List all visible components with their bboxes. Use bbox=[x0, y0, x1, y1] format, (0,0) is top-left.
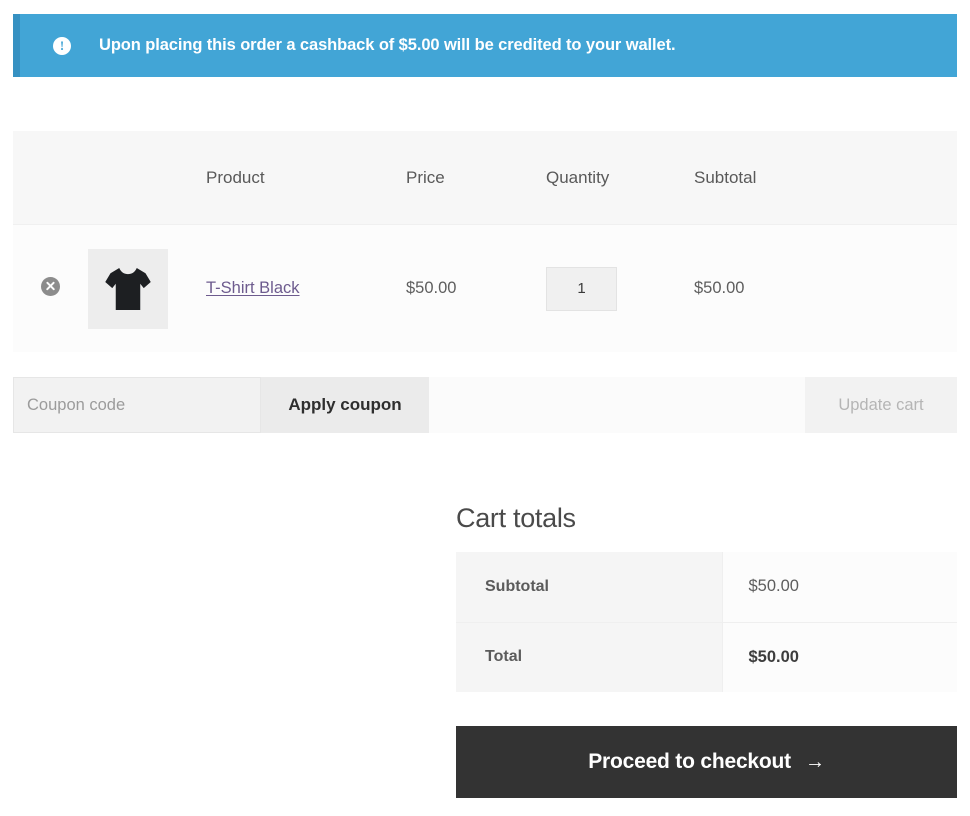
apply-coupon-button[interactable]: Apply coupon bbox=[261, 377, 429, 433]
proceed-to-checkout-button[interactable]: Proceed to checkout → bbox=[456, 726, 957, 798]
quantity-input[interactable]: 1 bbox=[546, 266, 617, 311]
coupon-bar: Apply coupon Update cart bbox=[13, 377, 957, 433]
cart-totals: Cart totals Subtotal $50.00 Total $50.00 bbox=[456, 503, 957, 692]
header-product: Product bbox=[206, 167, 265, 187]
coupon-code-input[interactable] bbox=[13, 377, 261, 433]
header-price: Price bbox=[406, 167, 445, 187]
checkout-button-label: Proceed to checkout bbox=[588, 750, 791, 773]
cart-page: ! Upon placing this order a cashback of … bbox=[0, 0, 970, 816]
cart-table-header-row: Product Price Quantity Subtotal bbox=[13, 131, 957, 224]
subtotal-label: Subtotal bbox=[456, 552, 722, 623]
cart-totals-table: Subtotal $50.00 Total $50.00 bbox=[456, 552, 957, 692]
total-row: Total $50.00 bbox=[456, 622, 957, 692]
subtotal-row: Subtotal $50.00 bbox=[456, 552, 957, 623]
update-cart-button[interactable]: Update cart bbox=[805, 377, 957, 433]
product-name-cell: T-Shirt Black bbox=[206, 279, 406, 298]
exclamation-circle-icon: ! bbox=[53, 36, 71, 55]
remove-item-icon[interactable] bbox=[41, 276, 60, 296]
cashback-notice: ! Upon placing this order a cashback of … bbox=[13, 14, 957, 77]
cart-totals-title: Cart totals bbox=[456, 503, 576, 533]
header-subtotal: Subtotal bbox=[694, 167, 757, 187]
remove-item-cell bbox=[13, 276, 88, 301]
coupon-spacer bbox=[429, 377, 805, 433]
cart-table: Product Price Quantity Subtotal T-Shirt … bbox=[13, 131, 957, 352]
quantity-cell: 1 bbox=[546, 266, 694, 311]
total-value: $50.00 bbox=[721, 622, 957, 692]
arrow-right-icon: → bbox=[804, 751, 825, 773]
product-thumbnail-cell bbox=[88, 248, 206, 329]
tshirt-thumbnail[interactable] bbox=[88, 248, 168, 329]
header-quantity: Quantity bbox=[546, 167, 610, 187]
subtotal-value: $50.00 bbox=[721, 552, 957, 623]
cashback-notice-text: Upon placing this order a cashback of $5… bbox=[99, 36, 676, 54]
product-price: $50.00 bbox=[406, 279, 457, 297]
cart-item-row: T-Shirt Black $50.00 1 $50.00 bbox=[13, 224, 957, 352]
product-subtotal: $50.00 bbox=[694, 279, 745, 297]
product-link[interactable]: T-Shirt Black bbox=[206, 279, 300, 297]
total-label: Total bbox=[456, 622, 722, 692]
